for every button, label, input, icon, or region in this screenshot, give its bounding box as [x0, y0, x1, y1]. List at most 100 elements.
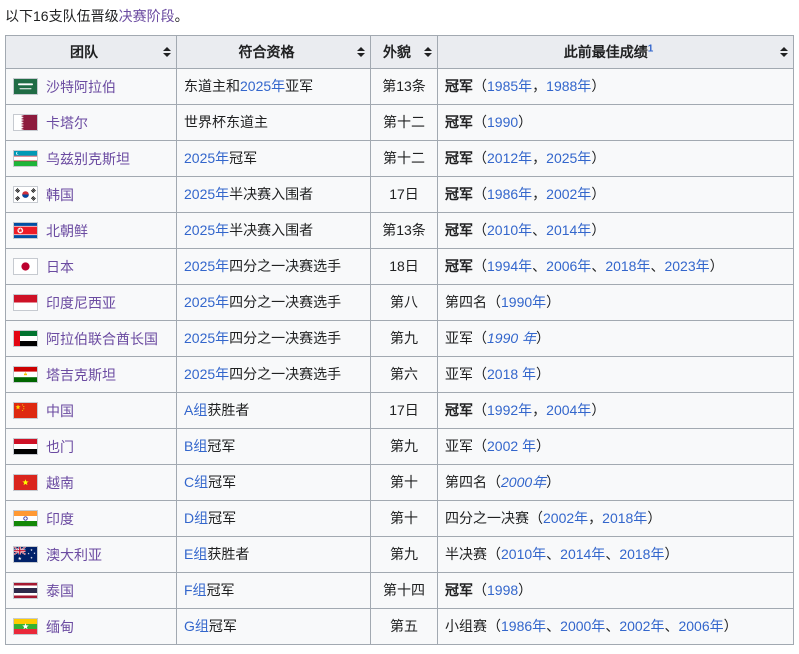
- table-row: 印度尼西亚2025年四分之一决赛选手第八第四名（1990年）: [6, 285, 794, 321]
- year-link[interactable]: 2002年: [543, 510, 588, 526]
- team-link[interactable]: 乌兹别克斯坦: [46, 150, 130, 166]
- year-link[interactable]: 2010年: [501, 546, 546, 562]
- team-link[interactable]: 北朝鲜: [46, 222, 88, 238]
- team-link[interactable]: 沙特阿拉伯: [46, 78, 116, 94]
- close-paren: ）: [724, 618, 738, 634]
- year-link[interactable]: 2025年: [546, 150, 591, 166]
- year-link[interactable]: 1985年: [487, 78, 532, 94]
- footnote-link[interactable]: 1: [648, 43, 654, 54]
- year-link[interactable]: 2018年: [605, 258, 650, 274]
- team-cell: 卡塔尔: [6, 105, 177, 141]
- column-header-appearance[interactable]: 外貌: [371, 36, 438, 69]
- team-link[interactable]: 越南: [46, 474, 74, 490]
- year-link[interactable]: 1990: [487, 114, 518, 130]
- year-link[interactable]: 2023年: [664, 258, 709, 274]
- team-link[interactable]: 也门: [46, 438, 74, 454]
- qualification-cell: G组冠军: [177, 609, 371, 645]
- qualification-link[interactable]: G组: [184, 618, 209, 634]
- year-link[interactable]: 2018 年: [487, 366, 536, 382]
- team-link[interactable]: 缅甸: [46, 618, 74, 634]
- year-link[interactable]: 2004年: [546, 402, 591, 418]
- table-row: 印度D组冠军第十四分之一决赛（2002年，2018年）: [6, 501, 794, 537]
- year-link[interactable]: 1998: [487, 582, 518, 598]
- column-header-qualification[interactable]: 符合资格: [177, 36, 371, 69]
- year-link[interactable]: 1994年: [487, 258, 532, 274]
- year-separator: ，: [532, 150, 546, 166]
- appearance-cell: 17日: [371, 177, 438, 213]
- qualification-link[interactable]: 2025年: [184, 258, 229, 274]
- qualification-link[interactable]: 2025年: [184, 186, 229, 202]
- intro-sentence: 以下16支队伍晋级决赛阶段。: [5, 7, 799, 26]
- year-link[interactable]: 2014年: [546, 222, 591, 238]
- column-header-team[interactable]: 团队: [6, 36, 177, 69]
- year-link[interactable]: 2014年: [560, 546, 605, 562]
- team-link[interactable]: 韩国: [46, 186, 74, 202]
- qualification-cell: F组冠军: [177, 573, 371, 609]
- team-cell: 韩国: [6, 177, 177, 213]
- team-link[interactable]: 泰国: [46, 582, 74, 598]
- qualification-link[interactable]: E组: [184, 546, 207, 562]
- year-link[interactable]: 1990年: [501, 294, 546, 310]
- open-paren: （: [473, 78, 487, 94]
- qualification-link[interactable]: 2025年: [184, 366, 229, 382]
- year-link[interactable]: 1990 年: [487, 330, 536, 346]
- year-link[interactable]: 2018年: [619, 546, 664, 562]
- north-korea-flag-icon: [13, 222, 38, 239]
- qualification-link[interactable]: D组: [184, 510, 208, 526]
- column-header-qualification-label: 符合资格: [239, 44, 295, 60]
- qualification-link[interactable]: 2025年: [184, 330, 229, 346]
- team-link[interactable]: 澳大利亚: [46, 546, 102, 562]
- year-link[interactable]: 2002年: [546, 186, 591, 202]
- year-link[interactable]: 2006年: [678, 618, 723, 634]
- best-result-text: 第四名: [445, 294, 487, 310]
- qualification-link[interactable]: C组: [184, 474, 208, 490]
- team-link[interactable]: 阿拉伯联合酋长国: [46, 330, 158, 346]
- appearance-cell: 第十: [371, 465, 438, 501]
- team-link[interactable]: 中国: [46, 402, 74, 418]
- close-paren: ）: [536, 438, 550, 454]
- team-link[interactable]: 日本: [46, 258, 74, 274]
- year-link[interactable]: 2006年: [546, 258, 591, 274]
- qualification-cell: A组获胜者: [177, 393, 371, 429]
- open-paren: （: [473, 186, 487, 202]
- best-result-cell: 冠军（1986年，2002年）: [438, 177, 794, 213]
- qualification-link[interactable]: 2025年: [184, 294, 229, 310]
- qualification-link[interactable]: F组: [184, 582, 207, 598]
- year-separator: 、: [591, 258, 605, 274]
- team-link[interactable]: 印度尼西亚: [46, 294, 116, 310]
- sort-icon[interactable]: [163, 47, 171, 57]
- team-link[interactable]: 卡塔尔: [46, 114, 88, 130]
- appearance-cell: 第十二: [371, 105, 438, 141]
- qualification-link[interactable]: B组: [184, 438, 207, 454]
- sort-icon[interactable]: [357, 47, 365, 57]
- year-link[interactable]: 1988年: [546, 78, 591, 94]
- sort-icon[interactable]: [780, 47, 788, 57]
- qualification-link[interactable]: A组: [184, 402, 207, 418]
- appearance-cell: 第五: [371, 609, 438, 645]
- year-link[interactable]: 2000年: [501, 474, 546, 490]
- close-paren: ）: [664, 546, 678, 562]
- qualification-link[interactable]: 2025年: [240, 78, 285, 94]
- year-link[interactable]: 1986年: [501, 618, 546, 634]
- appearance-cell: 第六: [371, 357, 438, 393]
- qualification-text: 四分之一决赛选手: [229, 366, 341, 382]
- year-link[interactable]: 2010年: [487, 222, 532, 238]
- qualification-link[interactable]: 2025年: [184, 222, 229, 238]
- team-link[interactable]: 塔吉克斯坦: [46, 366, 116, 382]
- uzbekistan-flag-icon: [13, 150, 38, 167]
- year-link[interactable]: 2002年: [619, 618, 664, 634]
- year-link[interactable]: 1986年: [487, 186, 532, 202]
- year-link[interactable]: 1992年: [487, 402, 532, 418]
- year-link[interactable]: 2018年: [602, 510, 647, 526]
- finals-stage-link[interactable]: 决赛阶段: [119, 8, 175, 24]
- column-header-best-result[interactable]: 此前最佳成绩1: [438, 36, 794, 69]
- year-link[interactable]: 2012年: [487, 150, 532, 166]
- sort-icon[interactable]: [424, 47, 432, 57]
- table-row: 中国A组获胜者17日冠军（1992年，2004年）: [6, 393, 794, 429]
- qualification-link[interactable]: 2025年: [184, 150, 229, 166]
- team-link[interactable]: 印度: [46, 510, 74, 526]
- year-link[interactable]: 2000年: [560, 618, 605, 634]
- team-cell: 缅甸: [6, 609, 177, 645]
- open-paren: （: [473, 258, 487, 274]
- year-link[interactable]: 2002 年: [487, 438, 536, 454]
